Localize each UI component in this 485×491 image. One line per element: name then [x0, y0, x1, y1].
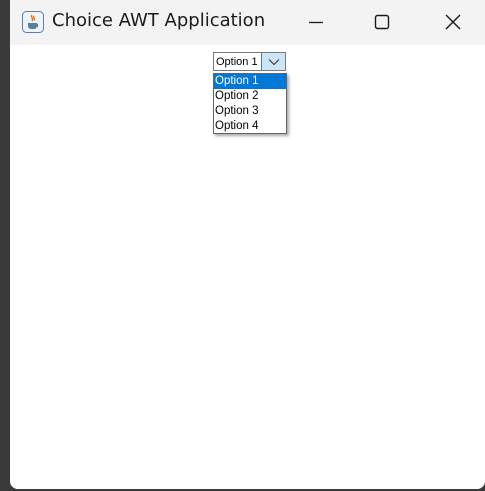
close-icon: [445, 14, 461, 30]
title-bar[interactable]: Choice AWT Application: [10, 0, 485, 45]
option-choice-dropdown[interactable]: Option 1: [213, 52, 286, 71]
java-coffee-cup-icon[interactable]: [22, 11, 44, 33]
choice-arrow-button[interactable]: [261, 53, 285, 70]
list-item-option-2[interactable]: Option 2: [214, 89, 286, 104]
minimize-button[interactable]: [293, 0, 339, 45]
window-title: Choice AWT Application: [52, 10, 266, 31]
list-item-option-1[interactable]: Option 1: [214, 74, 286, 89]
close-button[interactable]: [430, 0, 476, 45]
list-item-option-3[interactable]: Option 3: [214, 104, 286, 119]
choice-popup-list: Option 1 Option 2 Option 3 Option 4: [213, 73, 287, 134]
chevron-down-icon: [268, 59, 280, 66]
minimize-icon: [309, 21, 323, 24]
choice-selected-value: Option 1: [216, 56, 258, 68]
application-window: Choice AWT Application Option 1 Option 1…: [10, 0, 485, 489]
maximize-icon: [374, 14, 390, 30]
maximize-button[interactable]: [359, 0, 405, 45]
list-item-option-4[interactable]: Option 4: [214, 119, 286, 134]
content-panel: Option 1 Option 1 Option 2 Option 3 Opti…: [10, 45, 485, 489]
